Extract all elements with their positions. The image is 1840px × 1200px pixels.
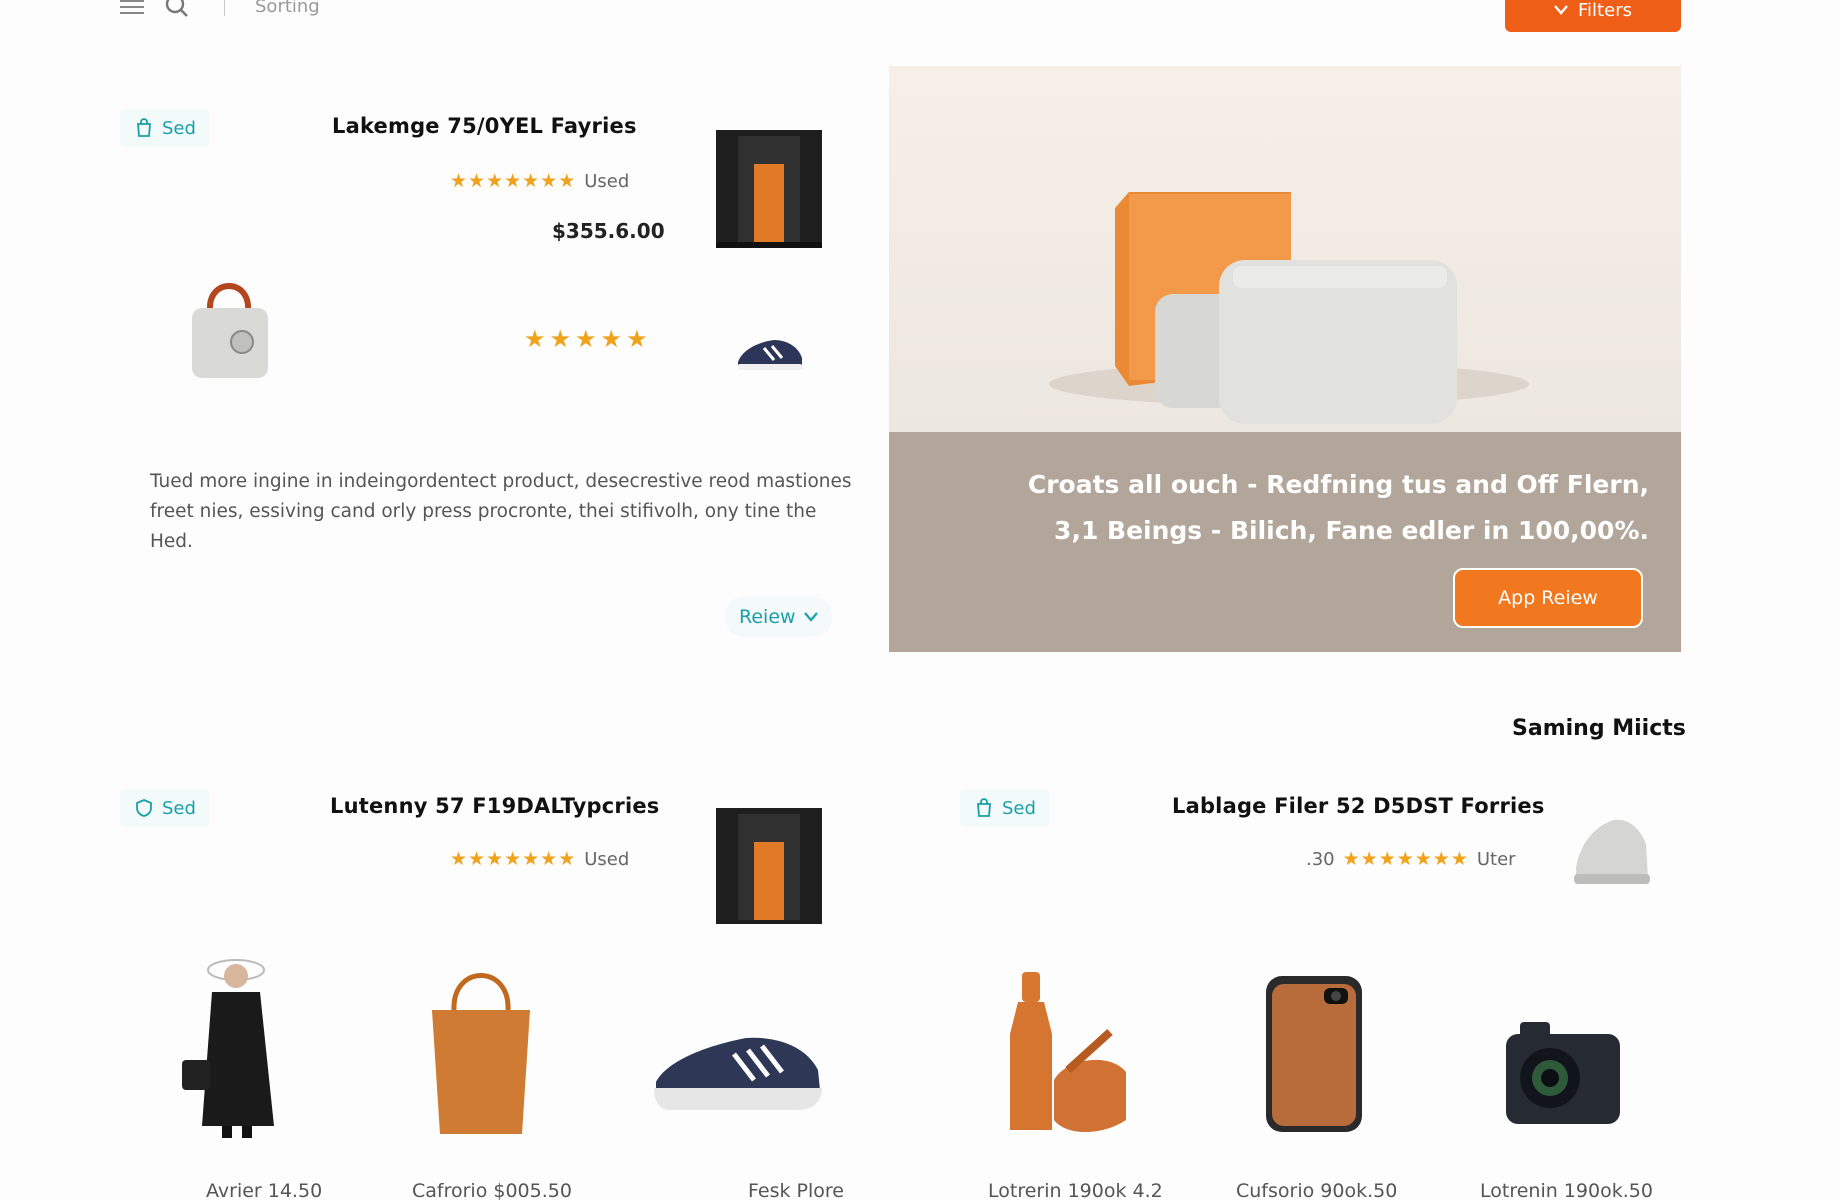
rating-stars: ★★★★★★★ [1342,848,1469,870]
rating-label: Used [584,170,630,192]
rating-label: Uter [1476,848,1516,870]
review-label: Reiew [739,606,796,628]
menu-icon[interactable] [120,0,144,14]
search-icon[interactable] [164,0,190,18]
product-rating: .30 ★★★★★★★ Uter [1306,848,1516,870]
save-button[interactable]: Sed [960,790,1050,826]
grid-item-caption: Cafrorio $005.50 [412,1180,572,1200]
rating-extra: .30 [1306,848,1335,870]
hero-caption: Croats all ouch - Redfning tus and Off F… [889,432,1681,652]
white-sneaker-thumbnail[interactable] [1566,808,1656,894]
camera-thumbnail[interactable] [1500,1018,1626,1130]
save-label: Sed [1002,797,1036,819]
bag-icon [137,118,151,137]
product-description: Tued more ingine in indeingordentect pro… [150,471,852,552]
filters-button[interactable]: Filters [1505,0,1681,32]
secondary-rating: ★★★★★ [524,325,652,353]
bag-icon [977,798,991,817]
wardrobe-thumbnail[interactable] [712,126,826,250]
wardrobe-thumbnail[interactable] [712,804,826,928]
hero-banner[interactable]: Croats all ouch - Redfning tus and Off F… [889,66,1681,652]
grid-item-caption: Cufsorio 90ok.50 [1236,1180,1398,1200]
filters-label: Filters [1578,0,1632,21]
chevron-down-icon [1554,5,1568,15]
app-review-button[interactable]: App Reiew [1453,568,1643,628]
grid-item-caption: Fesk Plore [748,1180,844,1200]
toolbar-divider [224,0,225,16]
product-rating: ★★★★★★★ Used [450,848,629,870]
rating-label: Used [584,848,630,870]
coat-model-thumbnail[interactable] [178,956,284,1140]
save-button[interactable]: Sed [120,790,210,826]
hero-image [889,66,1681,432]
phone-case-thumbnail[interactable] [1262,972,1366,1136]
chevron-down-icon [803,612,818,622]
grid-item-caption: Lotrerin 190ok 4.2 [988,1180,1163,1200]
hero-headline: Croats all ouch - Redfning tus and Off F… [1027,470,1649,545]
product-title[interactable]: Lutenny 57 F19DALTypcries [330,794,660,818]
section-title: Saming Miicts [1512,716,1686,741]
grid-item-caption: Lotrenin 190ok.50 [1480,1180,1653,1200]
review-toggle[interactable]: Reiew [725,597,832,637]
product-title[interactable]: Lablage Filer 52 D5DST Forries [1172,794,1545,818]
top-bar: Sorting Filters [0,0,1840,40]
rating-stars: ★★★★★★★ [450,170,577,192]
shield-icon [136,799,152,817]
grid-item-caption: Avrier 14.50 [206,1180,323,1200]
product-title[interactable]: Lakemge 75/0YEL Fayries [332,114,637,138]
product-boxes-image [1049,192,1529,424]
sneaker-thumbnail[interactable] [734,330,806,374]
tote-bag-thumbnail[interactable] [424,958,538,1138]
running-shoe-thumbnail[interactable] [650,1024,826,1114]
bottle-strap-thumbnail[interactable] [1006,970,1132,1136]
rating-stars: ★★★★★ [524,325,652,353]
product-rating: ★★★★★★★ Used [450,170,629,192]
rating-stars: ★★★★★★★ [450,848,577,870]
save-button[interactable]: Sed [120,110,210,146]
search-input[interactable]: Sorting [255,0,320,17]
handbag-thumbnail[interactable] [186,272,274,384]
save-label: Sed [162,117,196,139]
save-label: Sed [162,797,196,819]
product-price: $355.6.00 [552,219,665,243]
